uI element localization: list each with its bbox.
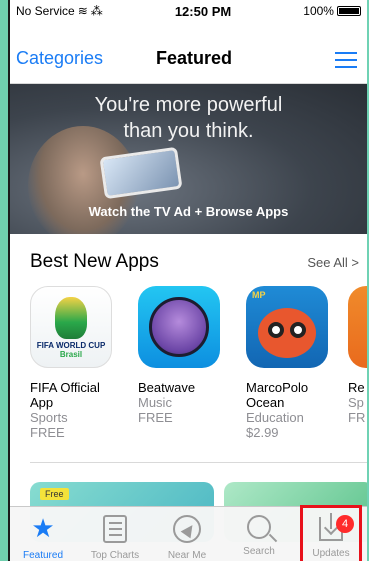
app-price: FREE — [138, 410, 173, 425]
app-card-partial[interactable]: Re Sp Sp FR — [348, 286, 367, 425]
wifi-icon: ≋ — [77, 4, 88, 18]
tab-label: Top Charts — [90, 550, 140, 561]
tab-top-charts[interactable]: Top Charts — [82, 511, 148, 561]
activity-icon: ⁂ — [90, 4, 103, 18]
section-divider — [30, 462, 367, 463]
beatwave-app-icon[interactable] — [138, 286, 220, 368]
page-title: Featured — [156, 48, 233, 68]
app-store-screen: No Service ≋ ⁂ 12:50 PM 100% Categories … — [8, 0, 367, 561]
status-right: 100% — [303, 4, 361, 18]
status-time: 12:50 PM — [174, 3, 232, 19]
app-name: Beatwave — [138, 380, 196, 395]
app-name: FIFA Official App — [30, 380, 100, 410]
app-name: MarcoPolo Ocean — [246, 380, 309, 410]
navigation-bar: Categories Featured — [10, 22, 367, 84]
eye-graphic — [290, 322, 306, 338]
free-tag: Free — [40, 488, 69, 500]
list-icon[interactable] — [335, 52, 357, 68]
marcopolo-app-icon[interactable]: MP — [246, 286, 328, 368]
tab-label: Near Me — [167, 550, 207, 561]
face-graphic — [258, 308, 316, 358]
fifa-app-icon[interactable]: FIFA WORLD CUP Brasil — [30, 286, 112, 368]
hero-cta[interactable]: Watch the TV Ad + Browse Apps — [10, 204, 367, 219]
app-price: FREE — [30, 425, 65, 440]
categories-button[interactable]: Categories — [16, 48, 103, 69]
search-icon — [247, 515, 271, 539]
app-card-marcopolo[interactable]: MP MarcoPolo Ocean Education $2.99 — [246, 286, 338, 440]
app-category: Music — [138, 395, 172, 410]
hero-headline-line2: than you think. — [123, 120, 254, 142]
trophy-graphic — [55, 297, 87, 339]
app-card-fifa[interactable]: FIFA WORLD CUP Brasil FIFA Official App … — [30, 286, 122, 440]
tab-updates[interactable]: Updates 4 — [298, 511, 364, 561]
carrier-text: No Service — [16, 4, 75, 18]
hero-headline-line1: You're more powerful — [94, 94, 283, 116]
battery-text: 100% — [303, 4, 334, 18]
app-category: Education — [246, 410, 304, 425]
tab-near-me[interactable]: Near Me — [154, 511, 220, 561]
apps-row: FIFA WORLD CUP Brasil FIFA Official App … — [30, 286, 367, 446]
tab-label: Featured — [22, 550, 64, 561]
section-header: Best New Apps See All > — [30, 250, 359, 274]
section-title: Best New Apps — [30, 251, 159, 272]
tab-search[interactable]: Search — [226, 511, 292, 559]
status-left: No Service ≋ ⁂ — [16, 4, 103, 18]
fifa-icon-subtext: Brasil — [59, 350, 83, 359]
app-price: $2.99 — [246, 425, 279, 440]
app-name: Re Sp — [348, 380, 367, 395]
tab-featured[interactable]: ★ Featured — [10, 511, 76, 561]
eye-graphic — [268, 322, 284, 338]
partial-app-icon[interactable] — [348, 286, 367, 368]
fifa-icon-text: FIFA WORLD CUP — [36, 341, 106, 350]
tab-label: Updates — [312, 548, 350, 559]
tab-label: Search — [243, 546, 275, 557]
updates-badge: 4 — [336, 515, 354, 533]
orb-graphic — [149, 297, 209, 357]
see-all-link[interactable]: See All > — [307, 255, 359, 270]
location-icon — [173, 515, 201, 543]
list-icon — [103, 515, 127, 543]
tab-bar: ★ Featured Top Charts Near Me Search Upd… — [10, 506, 367, 561]
app-category: Sp — [348, 395, 364, 410]
status-bar: No Service ≋ ⁂ 12:50 PM 100% — [10, 0, 367, 22]
marcopolo-icon-text: MP — [252, 290, 266, 300]
app-price: FR — [348, 410, 366, 425]
star-icon: ★ — [31, 513, 55, 543]
best-new-apps-section: Best New Apps See All > FIFA WORLD CUP B… — [10, 234, 367, 463]
app-category: Sports — [30, 410, 68, 425]
app-card-beatwave[interactable]: Beatwave Music FREE — [138, 286, 230, 425]
hero-banner[interactable]: You're more powerful than you think. Wat… — [10, 84, 367, 234]
battery-icon — [336, 6, 361, 16]
